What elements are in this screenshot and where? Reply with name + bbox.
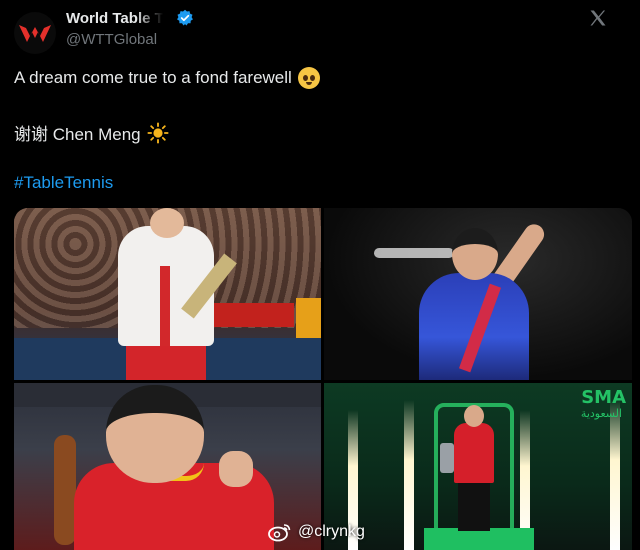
author-name-row: World Table T	[66, 8, 194, 28]
player-face	[106, 385, 204, 483]
player-head	[464, 405, 484, 427]
post-text-line2-content: 谢谢 Chen Meng	[14, 125, 141, 144]
red-banner	[214, 303, 294, 327]
paddle	[54, 435, 76, 545]
stage-podium	[424, 528, 534, 550]
weibo-icon	[268, 524, 291, 542]
player-red-jacket	[454, 423, 494, 483]
media-photo-1[interactable]	[14, 208, 321, 380]
sun-emoji	[147, 121, 169, 144]
post-text-line1-content: A dream come true to a fond farewell	[14, 68, 292, 87]
author-handle[interactable]: @WTTGlobal	[66, 31, 157, 48]
sponsor-arabic-text: السعودية	[580, 407, 622, 420]
athlete-skirt	[126, 346, 206, 380]
athlete-head	[150, 208, 184, 238]
name-fade	[135, 9, 170, 27]
player-blue-jersey	[419, 273, 529, 380]
media-photo-2[interactable]	[324, 208, 632, 380]
weibo-watermark: @clrynkg	[268, 522, 365, 542]
trophy	[440, 443, 454, 473]
hashtag-link[interactable]: #TableTennis	[14, 173, 113, 193]
x-logo-icon[interactable]	[588, 8, 608, 28]
sponsor-text: SMA	[581, 387, 626, 408]
raised-fist	[219, 451, 253, 487]
post-text-line1: A dream come true to a fond farewell	[14, 67, 320, 89]
firework-sparkler	[610, 400, 620, 550]
firework-sparkler	[404, 400, 414, 550]
post-text-line2: 谢谢 Chen Meng	[14, 120, 169, 145]
player-head	[452, 228, 498, 280]
arena-light	[374, 248, 454, 258]
media-grid: SMA السعودية	[14, 208, 632, 550]
pleading-face-emoji	[297, 67, 320, 89]
media-photo-4[interactable]: SMA السعودية	[324, 383, 632, 550]
player-legs	[458, 483, 490, 531]
post-card: World Table T @WTTGlobal A dream come tr…	[0, 0, 640, 550]
wtt-logo-icon	[19, 25, 51, 42]
author-avatar[interactable]	[14, 12, 56, 54]
watermark-text: @clrynkg	[298, 523, 365, 540]
verified-badge-icon	[176, 9, 193, 26]
